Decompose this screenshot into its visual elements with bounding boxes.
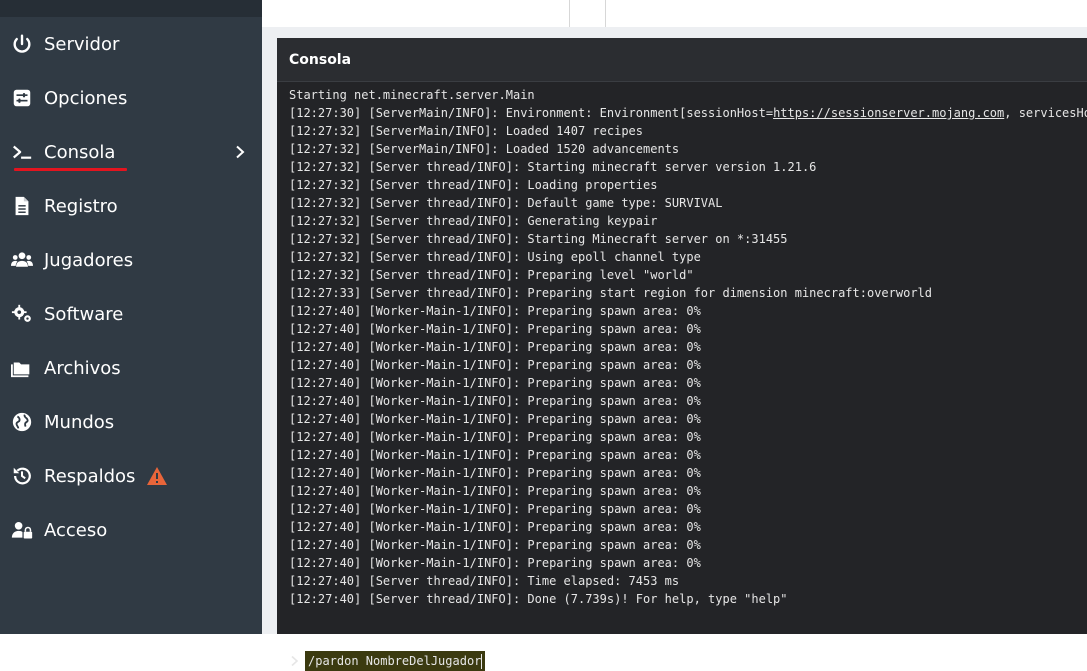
log-line: [12:27:40] [Worker-Main-1/INFO]: Prepari… [289,358,701,372]
top-bar-divider [569,0,570,27]
log-line: [12:27:32] [ServerMain/INFO]: Loaded 152… [289,142,680,156]
log-line: [12:27:32] [Server thread/INFO]: Prepari… [289,268,694,282]
sidebar-item-software[interactable]: Software [0,287,262,341]
sidebar-item-label: Consola [44,141,116,163]
sidebar-item-opciones[interactable]: Opciones [0,71,262,125]
sidebar-item-label: Registro [44,195,118,217]
sidebar-item-registro[interactable]: Registro [0,179,262,233]
active-indicator [14,168,127,171]
warning-icon [147,467,167,485]
sidebar-item-servidor[interactable]: Servidor [0,17,262,71]
log-line: [12:27:40] [Worker-Main-1/INFO]: Prepari… [289,430,701,444]
log-line: [12:27:40] [Server thread/INFO]: Time el… [289,574,680,588]
log-line: [12:27:32] [Server thread/INFO]: Startin… [289,232,788,246]
log-line: [12:27:32] [Server thread/INFO]: Loading… [289,178,658,192]
log-line: [12:27:40] [Worker-Main-1/INFO]: Prepari… [289,376,701,390]
log-line: [12:27:32] [Server thread/INFO]: Generat… [289,214,658,228]
log-line: [12:27:40] [Worker-Main-1/INFO]: Prepari… [289,412,701,426]
sidebar-item-respaldos[interactable]: Respaldos [0,449,262,503]
log-line: [12:27:32] [Server thread/INFO]: Default… [289,196,723,210]
console-command-row[interactable]: /pardon NombreDelJugador [289,651,486,671]
log-line: [12:27:40] [Worker-Main-1/INFO]: Prepari… [289,538,701,552]
console-command-input[interactable]: /pardon NombreDelJugador [305,651,486,671]
console-panel: Consola Starting net.minecraft.server.Ma… [277,38,1087,671]
log-line: [12:27:32] [Server thread/INFO]: Using e… [289,250,701,264]
log-line-tail: , servicesHo [1004,106,1087,120]
user-lock-icon [10,518,34,542]
log-line: [12:27:30] [ServerMain/INFO]: Environmen… [289,104,1087,122]
log-line: [12:27:40] [Worker-Main-1/INFO]: Prepari… [289,484,701,498]
sidebar: Servidor Opciones Consola Registro Jugad… [0,0,262,634]
sidebar-item-label: Acceso [44,519,108,541]
log-line: [12:27:40] [Worker-Main-1/INFO]: Prepari… [289,322,701,336]
top-bar [262,0,1087,27]
sidebar-item-label: Servidor [44,33,120,55]
sidebar-item-label: Respaldos [44,465,136,487]
sidebar-item-label: Software [44,303,124,325]
terminal-icon [10,140,34,164]
sidebar-top-strip [0,0,262,17]
log-line: [12:27:40] [Worker-Main-1/INFO]: Prepari… [289,448,701,462]
console-log: Starting net.minecraft.server.Main [12:27… [289,86,1087,608]
log-line: [12:27:40] [Worker-Main-1/INFO]: Prepari… [289,502,701,516]
sidebar-item-archivos[interactable]: Archivos [0,341,262,395]
console-output[interactable]: Starting net.minecraft.server.Main [12:27… [277,82,1087,671]
sidebar-item-label: Jugadores [44,249,134,271]
log-line: [12:27:40] [Worker-Main-1/INFO]: Prepari… [289,520,701,534]
prompt-chevron-icon [291,655,299,667]
log-line: [12:27:40] [Worker-Main-1/INFO]: Prepari… [289,340,701,354]
sidebar-item-label: Opciones [44,87,128,109]
log-line: [12:27:40] [Worker-Main-1/INFO]: Prepari… [289,556,701,570]
sidebar-item-jugadores[interactable]: Jugadores [0,233,262,287]
globe-icon [10,410,34,434]
log-line: [12:27:40] [Worker-Main-1/INFO]: Prepari… [289,304,701,318]
console-title: Consola [289,52,352,68]
folder-icon [10,356,34,380]
log-line: [12:27:40] [Server thread/INFO]: Done (7… [289,592,788,606]
sidebar-item-label: Archivos [44,357,121,379]
sliders-icon [10,86,34,110]
session-host-link[interactable]: https://sessionserver.mojang.com [773,106,1004,120]
sidebar-item-acceso[interactable]: Acceso [0,503,262,557]
text-caret [481,654,483,669]
log-line: [12:27:32] [Server thread/INFO]: Startin… [289,160,817,174]
gears-icon [10,302,34,326]
file-icon [10,194,34,218]
chevron-right-icon [236,145,245,159]
top-bar-divider [605,0,606,27]
users-icon [10,248,34,272]
history-icon [10,464,34,488]
log-line: [12:27:40] [Worker-Main-1/INFO]: Prepari… [289,394,701,408]
sidebar-item-label: Mundos [44,411,115,433]
log-line: [12:27:33] [Server thread/INFO]: Prepari… [289,286,932,300]
console-header: Consola [277,38,1087,82]
power-icon [10,32,34,56]
log-line: [12:27:32] [ServerMain/INFO]: Loaded 140… [289,124,644,138]
sidebar-item-mundos[interactable]: Mundos [0,395,262,449]
log-line: Starting net.minecraft.server.Main [289,88,535,102]
log-line: [12:27:40] [Worker-Main-1/INFO]: Prepari… [289,466,701,480]
